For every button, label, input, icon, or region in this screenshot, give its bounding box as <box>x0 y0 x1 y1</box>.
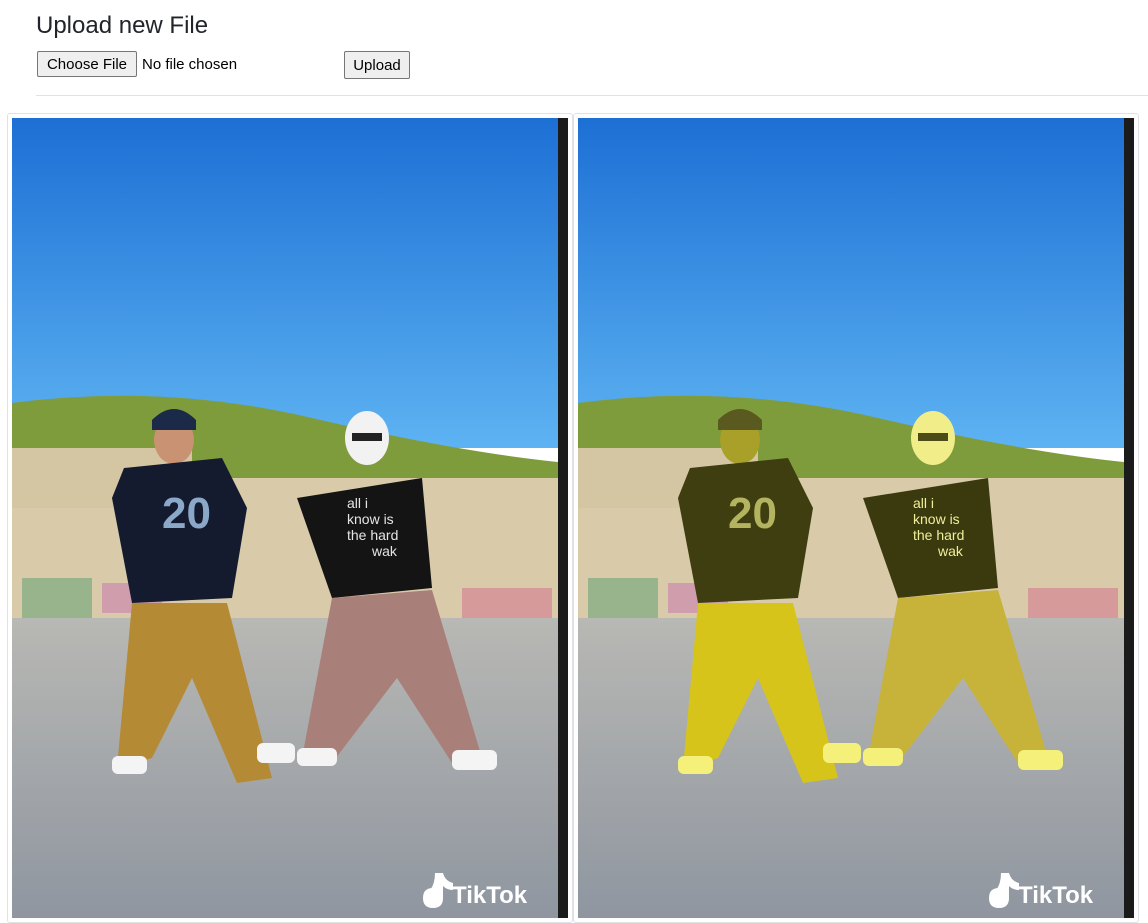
tiktok-watermark-text: TikTok <box>1018 882 1094 909</box>
svg-text:know is: know is <box>347 511 394 527</box>
original-image: 20 all i know is the hard wak TikTok <box>12 118 568 918</box>
divider <box>36 95 1148 96</box>
svg-text:wak: wak <box>937 543 964 559</box>
page-title: Upload new File <box>36 12 209 39</box>
tiktok-watermark-text: TikTok <box>452 882 528 909</box>
svg-text:the hard: the hard <box>913 527 964 543</box>
svg-text:know is: know is <box>913 511 960 527</box>
original-image-frame: 20 all i know is the hard wak TikTok <box>7 113 573 923</box>
file-status-text: No file chosen <box>142 56 238 73</box>
choose-file-button[interactable]: Choose File <box>37 51 137 77</box>
svg-text:all i: all i <box>347 495 368 511</box>
svg-text:wak: wak <box>371 543 398 559</box>
upload-button[interactable]: Upload <box>344 51 410 79</box>
upload-form: Choose File No file chosen Upload <box>36 50 456 80</box>
segmented-image-frame: 20 all i know is the hard wak TikTok <box>573 113 1139 923</box>
jersey-number: 20 <box>162 489 211 538</box>
svg-text:the hard: the hard <box>347 527 398 543</box>
segmented-image: 20 all i know is the hard wak TikTok <box>578 118 1134 918</box>
svg-text:all i: all i <box>913 495 934 511</box>
jersey-number-masked: 20 <box>728 489 777 538</box>
